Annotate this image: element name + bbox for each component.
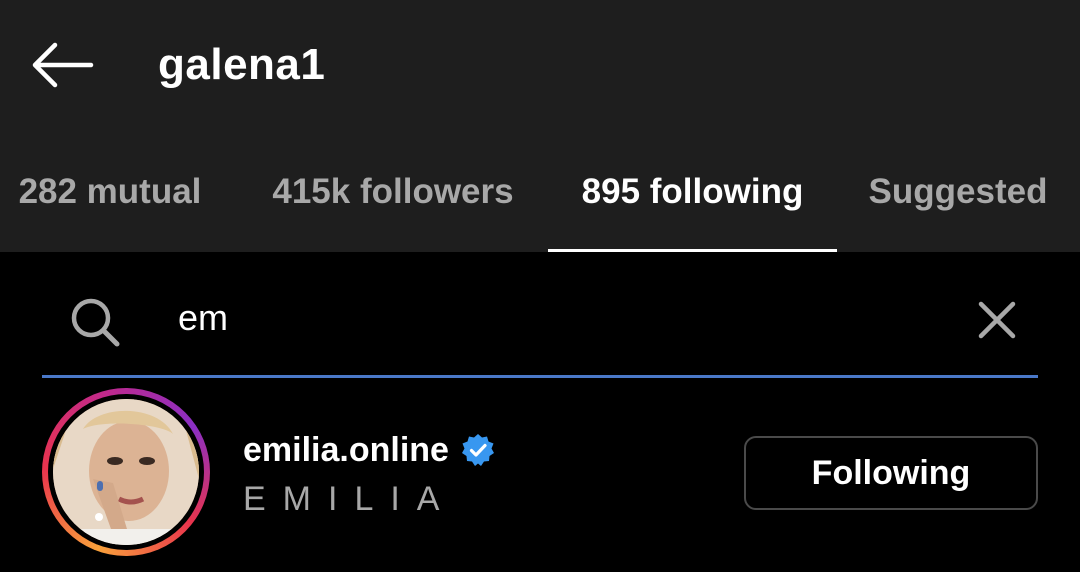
search-input[interactable] <box>178 293 938 343</box>
back-button[interactable] <box>22 30 102 100</box>
following-button[interactable]: Following <box>744 436 1038 510</box>
avatar-story-ring[interactable] <box>42 388 210 556</box>
arrow-left-icon <box>32 42 94 88</box>
tab-followers[interactable]: 415k followers <box>248 158 538 252</box>
tab-following[interactable]: 895 following <box>548 158 837 252</box>
tab-suggested[interactable]: Suggested <box>852 158 1064 252</box>
clear-search-button[interactable] <box>972 295 1022 345</box>
verified-badge-icon <box>461 434 494 466</box>
full-name: EMILIA <box>243 480 457 518</box>
top-bar: galena1 282 mutual 415k followers 895 fo… <box>0 0 1080 252</box>
close-icon <box>978 301 1016 339</box>
search-bar <box>42 265 1038 379</box>
tab-bar: 282 mutual 415k followers 895 following … <box>0 158 1080 252</box>
search-underline <box>42 375 1038 378</box>
avatar-photo <box>53 399 199 545</box>
list-item[interactable]: emilia.online EMILIA Following <box>0 384 1080 572</box>
page-title: galena1 <box>158 40 326 89</box>
avatar <box>53 399 199 545</box>
tab-mutual[interactable]: 282 mutual <box>0 158 220 252</box>
active-tab-indicator <box>548 249 837 252</box>
search-icon <box>71 298 120 347</box>
username[interactable]: emilia.online <box>243 431 449 470</box>
